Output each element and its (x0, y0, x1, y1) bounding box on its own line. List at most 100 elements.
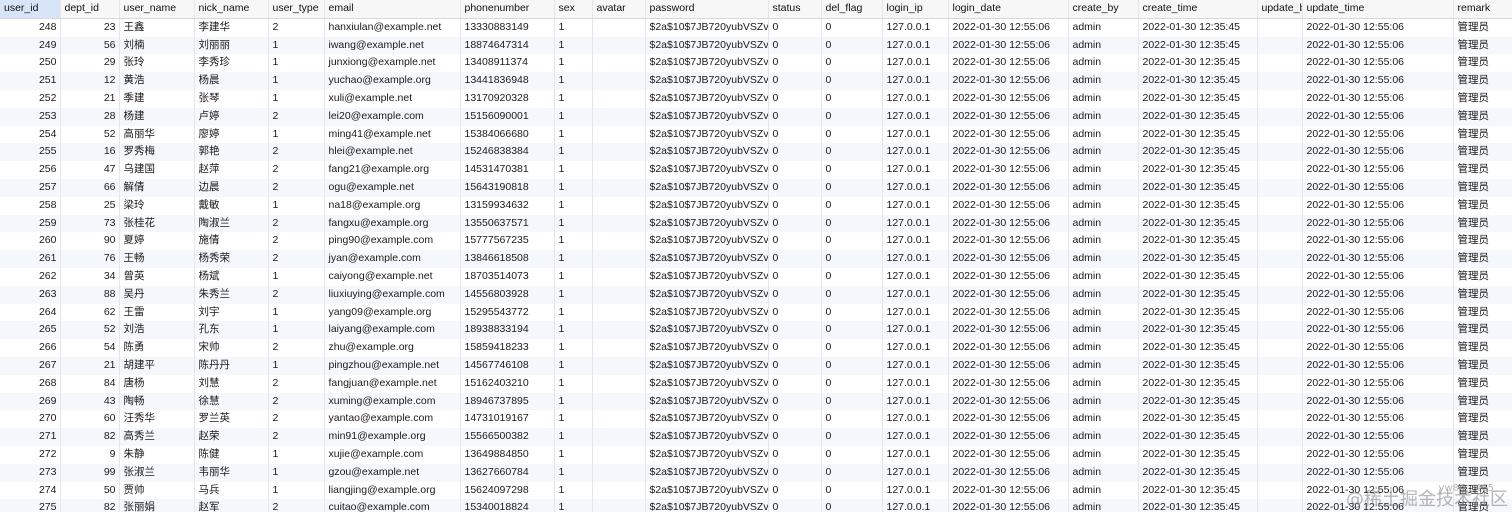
cell-update-by[interactable] (1257, 374, 1303, 393)
cell-password[interactable]: $2a$10$7JB720yubVSZvU (645, 107, 769, 126)
table-row[interactable]: 257 66 解倩 边晨 2 ogu@example.net 15643190818 1 $2a… (0, 178, 1512, 197)
cell-password[interactable]: $2a$10$7JB720yubVSZvU (645, 143, 769, 162)
cell-create-time[interactable]: 2022-01-30 12:35:45 (1138, 196, 1258, 215)
cell-create-time[interactable]: 2022-01-30 12:35:45 (1138, 374, 1258, 393)
cell-sex[interactable]: 1 (554, 161, 593, 179)
cell-sex[interactable]: 1 (554, 72, 593, 90)
cell-create-by[interactable]: admin (1068, 125, 1139, 144)
table-row[interactable]: 272 9 朱静 陈健 1 xujie@example.com 13649884850 1 $2… (0, 445, 1512, 464)
cell-update-time[interactable]: 2022-01-30 12:55:06 (1302, 161, 1454, 179)
cell-user-id[interactable]: 268 (0, 374, 61, 393)
cell-user-id[interactable]: 249 (0, 36, 61, 55)
column-header-create-by[interactable]: create_by (1068, 0, 1139, 19)
cell-user-type[interactable]: 2 (268, 339, 325, 357)
cell-create-time[interactable]: 2022-01-30 12:35:45 (1138, 143, 1258, 162)
cell-login-ip[interactable]: 127.0.0.1 (882, 125, 949, 144)
cell-login-date[interactable]: 2022-01-30 12:55:06 (948, 125, 1069, 144)
cell-avatar[interactable] (592, 18, 646, 37)
cell-remark[interactable]: 管理员 (1453, 178, 1512, 197)
cell-user-type[interactable]: 1 (268, 267, 325, 286)
table-row[interactable]: 273 99 张淑兰 韦丽华 1 gzou@example.net 13627660784 1… (0, 463, 1512, 482)
cell-phonenumber[interactable]: 15246838384 (460, 143, 555, 162)
cell-update-by[interactable] (1257, 499, 1303, 512)
cell-password[interactable]: $2a$10$7JB720yubVSZvU (645, 178, 769, 197)
cell-create-time[interactable]: 2022-01-30 12:35:45 (1138, 250, 1258, 268)
cell-user-type[interactable]: 2 (268, 232, 325, 251)
cell-email[interactable]: cuitao@example.com (324, 499, 461, 512)
cell-nick-name[interactable]: 陈丹丹 (194, 356, 269, 375)
cell-login-ip[interactable]: 127.0.0.1 (882, 410, 949, 429)
cell-dept-id[interactable]: 47 (60, 161, 120, 179)
cell-update-by[interactable] (1257, 54, 1303, 73)
cell-login-ip[interactable]: 127.0.0.1 (882, 196, 949, 215)
cell-remark[interactable]: 管理员 (1453, 232, 1512, 251)
cell-remark[interactable]: 管理员 (1453, 143, 1512, 162)
cell-nick-name[interactable]: 韦丽华 (194, 463, 269, 482)
cell-sex[interactable]: 1 (554, 196, 593, 215)
cell-email[interactable]: yuchao@example.org (324, 72, 461, 90)
cell-sex[interactable]: 1 (554, 54, 593, 73)
cell-update-by[interactable] (1257, 410, 1303, 429)
cell-user-name[interactable]: 杨建 (119, 107, 195, 126)
cell-create-time[interactable]: 2022-01-30 12:35:45 (1138, 54, 1258, 73)
cell-sex[interactable]: 1 (554, 481, 593, 500)
cell-sex[interactable]: 1 (554, 410, 593, 429)
cell-update-by[interactable] (1257, 445, 1303, 464)
cell-dept-id[interactable]: 9 (60, 445, 120, 464)
cell-avatar[interactable] (592, 499, 646, 512)
cell-user-name[interactable]: 高丽华 (119, 125, 195, 144)
cell-update-time[interactable]: 2022-01-30 12:55:06 (1302, 232, 1454, 251)
cell-del-flag[interactable]: 0 (821, 72, 883, 90)
cell-email[interactable]: laiyang@example.com (324, 321, 461, 340)
cell-status[interactable]: 0 (768, 250, 822, 268)
cell-login-date[interactable]: 2022-01-30 12:55:06 (948, 356, 1069, 375)
cell-dept-id[interactable]: 16 (60, 143, 120, 162)
cell-phonenumber[interactable]: 15340018824 (460, 499, 555, 512)
cell-sex[interactable]: 1 (554, 214, 593, 233)
cell-avatar[interactable] (592, 161, 646, 179)
cell-password[interactable]: $2a$10$7JB720yubVSZvU (645, 463, 769, 482)
cell-nick-name[interactable]: 杨秀荣 (194, 250, 269, 268)
cell-create-by[interactable]: admin (1068, 214, 1139, 233)
cell-avatar[interactable] (592, 285, 646, 304)
cell-user-type[interactable]: 1 (268, 72, 325, 90)
cell-login-ip[interactable]: 127.0.0.1 (882, 267, 949, 286)
cell-create-by[interactable]: admin (1068, 107, 1139, 126)
cell-user-type[interactable]: 1 (268, 481, 325, 500)
cell-update-time[interactable]: 2022-01-30 12:55:06 (1302, 428, 1454, 446)
cell-login-date[interactable]: 2022-01-30 12:55:06 (948, 339, 1069, 357)
cell-create-time[interactable]: 2022-01-30 12:35:45 (1138, 125, 1258, 144)
cell-update-by[interactable] (1257, 196, 1303, 215)
cell-user-id[interactable]: 273 (0, 463, 61, 482)
cell-nick-name[interactable]: 罗兰英 (194, 410, 269, 429)
cell-update-time[interactable]: 2022-01-30 12:55:06 (1302, 356, 1454, 375)
cell-sex[interactable]: 1 (554, 392, 593, 411)
cell-user-type[interactable]: 1 (268, 303, 325, 322)
cell-create-time[interactable]: 2022-01-30 12:35:45 (1138, 445, 1258, 464)
cell-nick-name[interactable]: 陶淑兰 (194, 214, 269, 233)
cell-dept-id[interactable]: 43 (60, 392, 120, 411)
cell-create-time[interactable]: 2022-01-30 12:35:45 (1138, 499, 1258, 512)
cell-user-name[interactable]: 王畅 (119, 250, 195, 268)
column-header-del-flag[interactable]: del_flag (821, 0, 883, 19)
column-header-nick-name[interactable]: nick_name (194, 0, 269, 19)
cell-dept-id[interactable]: 28 (60, 107, 120, 126)
cell-update-time[interactable]: 2022-01-30 12:55:06 (1302, 107, 1454, 126)
cell-del-flag[interactable]: 0 (821, 374, 883, 393)
cell-user-type[interactable]: 1 (268, 89, 325, 108)
cell-nick-name[interactable]: 李秀珍 (194, 54, 269, 73)
cell-nick-name[interactable]: 郭艳 (194, 143, 269, 162)
cell-phonenumber[interactable]: 15566500382 (460, 428, 555, 446)
cell-dept-id[interactable]: 21 (60, 89, 120, 108)
cell-remark[interactable]: 管理员 (1453, 107, 1512, 126)
cell-user-id[interactable]: 274 (0, 481, 61, 500)
cell-avatar[interactable] (592, 267, 646, 286)
table-row[interactable]: 250 29 张玲 李秀珍 1 junxiong@example.net 134089113… (0, 54, 1512, 73)
cell-email[interactable]: gzou@example.net (324, 463, 461, 482)
cell-user-name[interactable]: 胡建平 (119, 356, 195, 375)
cell-del-flag[interactable]: 0 (821, 499, 883, 512)
cell-user-name[interactable]: 黄浩 (119, 72, 195, 90)
cell-create-by[interactable]: admin (1068, 445, 1139, 464)
cell-user-type[interactable]: 1 (268, 356, 325, 375)
cell-user-id[interactable]: 252 (0, 89, 61, 108)
